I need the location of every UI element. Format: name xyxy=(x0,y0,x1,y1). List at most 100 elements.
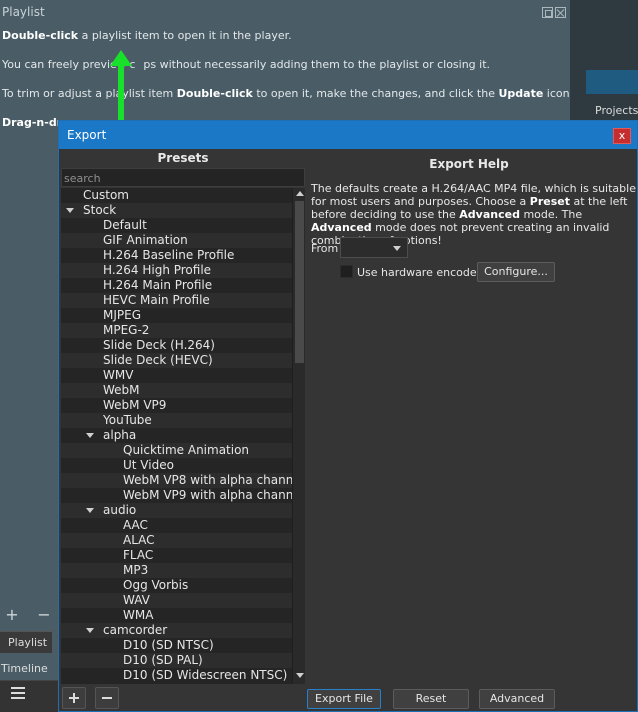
presets-header: Presets xyxy=(157,151,209,165)
tree-item-label: WMA xyxy=(123,608,154,622)
tree-item-label: D10 (SD NTSC) xyxy=(123,638,214,652)
timeline-label: Timeline xyxy=(1,662,48,675)
menu-icon[interactable] xyxy=(11,687,25,701)
export-file-button[interactable]: Export File xyxy=(307,689,381,709)
tree-preset-row[interactable]: Ogg Vorbis xyxy=(61,578,292,593)
tree-preset-row[interactable]: WebM VP9 with alpha channel xyxy=(61,488,292,503)
tree-item-label: ALAC xyxy=(123,533,155,547)
tree-preset-row[interactable]: H.264 High Profile xyxy=(61,263,292,278)
scrollbar-thumb[interactable] xyxy=(295,201,304,363)
float-dock-icon[interactable] xyxy=(542,7,553,18)
tree-item-label: camcorder xyxy=(103,623,168,637)
tree-item-label: YouTube xyxy=(103,413,152,427)
tree-item-label: Ut Video xyxy=(123,458,174,472)
tree-preset-row[interactable]: D10 (SD Widescreen NTSC) xyxy=(61,668,292,683)
tree-folder-row[interactable]: audio xyxy=(61,503,292,518)
scroll-up-icon[interactable] xyxy=(296,191,304,196)
tree-preset-row[interactable]: WAV xyxy=(61,593,292,608)
tree-preset-row[interactable]: GIF Animation xyxy=(61,233,292,248)
tree-item-label: AAC xyxy=(123,518,148,532)
tree-item-label: MP3 xyxy=(123,563,149,577)
tree-preset-row[interactable]: ALAC xyxy=(61,533,292,548)
tree-item-label: H.264 High Profile xyxy=(103,263,212,277)
tree-item-label: Stock xyxy=(83,203,117,217)
tree-preset-row[interactable]: MP3 xyxy=(61,563,292,578)
tree-preset-row[interactable]: Ut Video xyxy=(61,458,292,473)
tree-preset-row[interactable]: WMV xyxy=(61,368,292,383)
tree-item-label: Slide Deck (HEVC) xyxy=(103,353,213,367)
tree-preset-row[interactable]: WebM VP8 with alpha channel xyxy=(61,473,292,488)
tree-item-label: Quicktime Animation xyxy=(123,443,250,457)
playlist-toolbar: + − xyxy=(0,604,62,630)
tree-preset-row[interactable]: MPEG-2 xyxy=(61,323,292,338)
tree-item-label: WMV xyxy=(103,368,134,382)
app-window: Playlist Double-click a playlist item to… xyxy=(0,0,638,712)
tree-preset-row[interactable]: WebM VP9 xyxy=(61,398,292,413)
tree-preset-row[interactable]: HEVC Main Profile xyxy=(61,293,292,308)
playlist-add-icon[interactable]: + xyxy=(2,606,22,624)
chevron-down-icon xyxy=(393,246,401,251)
presets-search-input[interactable]: search xyxy=(61,168,305,187)
chevron-down-icon[interactable] xyxy=(86,433,94,438)
chevron-down-icon[interactable] xyxy=(86,508,94,513)
dialog-title: Export xyxy=(67,128,107,142)
tree-item-label: FLAC xyxy=(123,548,154,562)
tree-item-label: MJPEG xyxy=(103,308,142,322)
tree-folder-row[interactable]: alpha xyxy=(61,428,292,443)
advanced-button[interactable]: Advanced xyxy=(479,689,555,709)
tree-item-label: WebM VP9 with alpha channel xyxy=(123,488,292,502)
tree-preset-row[interactable]: Default xyxy=(61,218,292,233)
tree-preset-row[interactable]: Quicktime Animation xyxy=(61,443,292,458)
hardware-encoder-label: Use hardware encoder xyxy=(357,266,482,279)
export-dialog: Export x Presets search Custom Stock Defau… xyxy=(58,120,638,712)
tree-item-label: WebM xyxy=(103,383,140,397)
tree-folder-row[interactable]: Stock xyxy=(61,203,292,218)
add-preset-button[interactable] xyxy=(62,687,86,709)
tree-item-label: H.264 Main Profile xyxy=(103,278,213,292)
tree-folder-row[interactable]: camcorder xyxy=(61,623,292,638)
tree-item-label: H.264 Baseline Profile xyxy=(103,248,235,262)
tree-item-label: D10 (SD PAL) xyxy=(123,653,203,667)
from-select[interactable] xyxy=(340,237,408,258)
playlist-help-line-2: You can freely preview c ps without neces… xyxy=(2,58,491,71)
tree-preset-row[interactable]: MJPEG xyxy=(61,308,292,323)
playlist-remove-icon[interactable]: − xyxy=(34,606,54,624)
scroll-down-icon[interactable] xyxy=(296,673,304,678)
presets-tree: Custom Stock Default GIF Animation H.264 Bas… xyxy=(61,188,292,684)
reset-button[interactable]: Reset xyxy=(393,689,469,709)
right-panel-header xyxy=(586,70,638,94)
dialog-close-button[interactable]: x xyxy=(613,128,631,144)
tab-playlist[interactable]: Playlist xyxy=(0,631,52,653)
remove-preset-button[interactable] xyxy=(95,687,119,709)
tree-preset-row[interactable]: H.264 Main Profile xyxy=(61,278,292,293)
tree-preset-row[interactable]: WebM xyxy=(61,383,292,398)
tree-preset-row[interactable]: FLAC xyxy=(61,548,292,563)
tree-preset-row[interactable]: Custom xyxy=(61,188,292,203)
tree-item-label: HEVC Main Profile xyxy=(103,293,210,307)
tree-preset-row[interactable]: YouTube xyxy=(61,413,292,428)
tree-preset-row[interactable]: H.264 Baseline Profile xyxy=(61,248,292,263)
chevron-down-icon[interactable] xyxy=(86,628,94,633)
export-help-title: Export Help xyxy=(429,157,509,171)
chevron-down-icon[interactable] xyxy=(66,208,74,213)
tree-preset-row[interactable]: WMA xyxy=(61,608,292,623)
tree-item-label: MPEG-2 xyxy=(103,323,150,337)
dialog-titlebar: Export x xyxy=(59,121,637,149)
close-dock-icon[interactable] xyxy=(555,7,566,18)
tree-item-label: WebM VP9 xyxy=(103,398,167,412)
playlist-help-line-3: To trim or adjust a playlist item Double… xyxy=(2,87,574,100)
tree-item-label: Custom xyxy=(83,188,129,202)
configure-button[interactable]: Configure... xyxy=(477,262,555,282)
tree-preset-row[interactable]: Slide Deck (H.264) xyxy=(61,338,292,353)
tree-preset-row[interactable]: Slide Deck (HEVC) xyxy=(61,353,292,368)
presets-scrollbar[interactable] xyxy=(292,188,305,684)
tree-item-label: audio xyxy=(103,503,137,517)
tree-preset-row[interactable]: AAC xyxy=(61,518,292,533)
tree-item-label: GIF Animation xyxy=(103,233,188,247)
tree-preset-row[interactable]: D10 (SD PAL) xyxy=(61,653,292,668)
tree-preset-row[interactable]: D10 (SD NTSC) xyxy=(61,638,292,653)
tree-item-label: Slide Deck (H.264) xyxy=(103,338,215,352)
tree-item-label: Default xyxy=(103,218,147,232)
hardware-encoder-checkbox[interactable] xyxy=(340,265,353,278)
playlist-help-line-4: Drag-n-dr xyxy=(2,116,63,129)
